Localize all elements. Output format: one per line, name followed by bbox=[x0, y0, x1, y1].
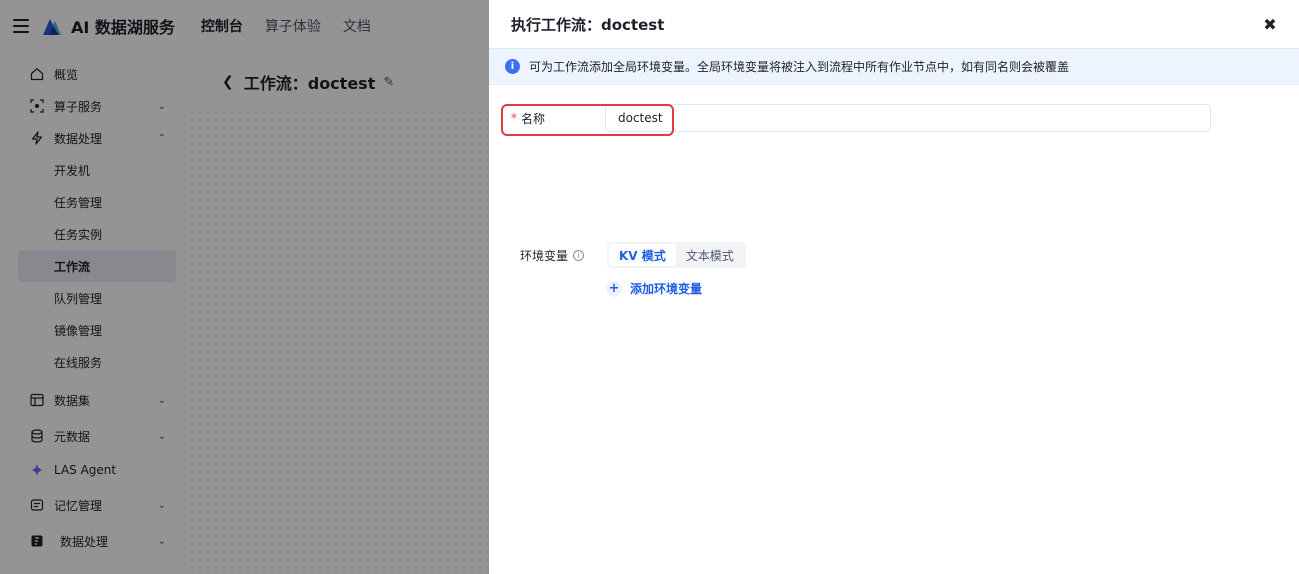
info-circle-icon[interactable]: i bbox=[573, 249, 585, 261]
text-mode-tab[interactable]: 文本模式 bbox=[676, 244, 744, 266]
modal-mask[interactable] bbox=[0, 0, 489, 574]
env-form-row: 环境变量 i KV 模式 文本模式 bbox=[520, 242, 746, 268]
add-env-var-button[interactable]: + 添加环境变量 bbox=[606, 280, 702, 297]
plus-icon: + bbox=[606, 280, 622, 297]
name-label: * 名称 bbox=[501, 104, 606, 132]
required-mark: * bbox=[511, 111, 517, 125]
name-input[interactable] bbox=[605, 104, 1211, 132]
info-alert: i 可为工作流添加全局环境变量。全局环境变量将被注入到流程中所有作业节点中，如有… bbox=[489, 49, 1299, 85]
drawer-title: 执行工作流：doctest bbox=[511, 15, 665, 34]
drawer-header: 执行工作流：doctest ✖ bbox=[489, 0, 1299, 49]
env-label: 环境变量 i bbox=[520, 247, 607, 264]
env-label-text: 环境变量 bbox=[520, 248, 569, 263]
alert-text: 可为工作流添加全局环境变量。全局环境变量将被注入到流程中所有作业节点中，如有同名… bbox=[529, 60, 1070, 74]
name-label-text: 名称 bbox=[521, 111, 546, 126]
kv-mode-tab[interactable]: KV 模式 bbox=[609, 244, 676, 266]
name-form-row: * 名称 bbox=[501, 104, 1211, 132]
run-workflow-drawer: 执行工作流：doctest ✖ i 可为工作流添加全局环境变量。全局环境变量将被… bbox=[489, 0, 1299, 574]
add-env-var-label: 添加环境变量 bbox=[630, 282, 703, 296]
close-icon[interactable]: ✖ bbox=[1261, 15, 1279, 34]
info-icon: i bbox=[505, 59, 520, 74]
env-mode-switch: KV 模式 文本模式 bbox=[607, 242, 746, 268]
